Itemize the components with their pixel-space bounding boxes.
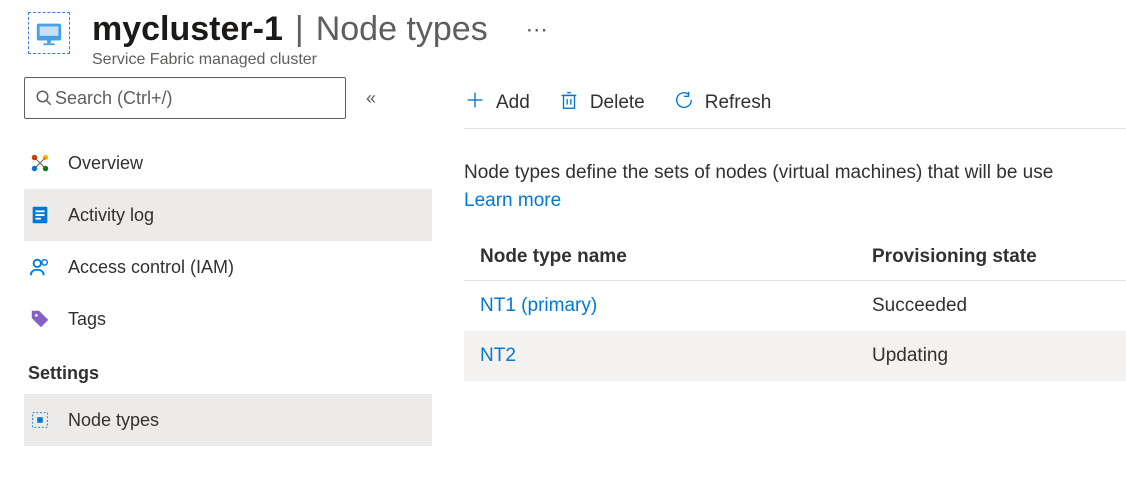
sidebar-item-label: Tags (68, 309, 106, 330)
sidebar-item-access-control[interactable]: Access control (IAM) (24, 241, 432, 293)
table-row[interactable]: NT1 (primary) Succeeded (464, 281, 1126, 331)
sidebar-item-label: Node types (68, 410, 159, 431)
refresh-icon (673, 89, 695, 117)
button-label: Delete (590, 92, 645, 114)
activity-log-icon (28, 203, 52, 227)
trash-icon (558, 89, 580, 117)
learn-more-link[interactable]: Learn more (464, 190, 561, 212)
tags-icon (28, 307, 52, 331)
access-control-icon (28, 255, 52, 279)
resource-type-icon (28, 12, 70, 54)
collapse-sidebar-button[interactable]: « (346, 88, 396, 109)
toolbar: Add Delete Refresh (464, 77, 1126, 129)
column-header-name[interactable]: Node type name (480, 246, 872, 268)
search-box[interactable] (24, 77, 346, 119)
provisioning-state: Updating (872, 345, 1126, 367)
sidebar-item-label: Activity log (68, 205, 154, 226)
sidebar-item-label: Access control (IAM) (68, 257, 234, 278)
resource-type-label: Service Fabric managed cluster (92, 51, 1126, 69)
add-button[interactable]: Add (464, 89, 530, 117)
more-actions-button[interactable]: ⋯ (526, 17, 549, 43)
column-header-state[interactable]: Provisioning state (872, 246, 1126, 268)
sidebar-item-activity-log[interactable]: Activity log (24, 189, 432, 241)
title-separator: | (295, 10, 304, 49)
provisioning-state: Succeeded (872, 295, 1126, 317)
sidebar-item-label: Overview (68, 153, 143, 174)
search-input[interactable] (53, 87, 335, 110)
resource-name: mycluster-1 (92, 10, 283, 49)
delete-button[interactable]: Delete (558, 89, 645, 117)
refresh-button[interactable]: Refresh (673, 89, 772, 117)
sidebar-item-overview[interactable]: Overview (24, 137, 432, 189)
plus-icon (464, 89, 486, 117)
main-content: Add Delete Refresh Node types define the… (432, 77, 1126, 381)
node-type-name-link[interactable]: NT2 (480, 345, 872, 367)
table-header: Node type name Provisioning state (464, 234, 1126, 281)
page-title: Node types (316, 10, 488, 49)
node-type-name-link[interactable]: NT1 (primary) (480, 295, 872, 317)
sidebar-item-tags[interactable]: Tags (24, 293, 432, 345)
overview-icon (28, 151, 52, 175)
search-icon (35, 89, 53, 107)
page-header: mycluster-1 | Node types ⋯ Service Fabri… (0, 0, 1126, 77)
node-types-table: Node type name Provisioning state NT1 (p… (464, 234, 1126, 381)
sidebar-item-node-types[interactable]: Node types (24, 394, 432, 446)
button-label: Add (496, 92, 530, 114)
sidebar-section-settings: Settings (24, 345, 432, 394)
node-types-icon (28, 408, 52, 432)
button-label: Refresh (705, 92, 772, 114)
sidebar: « Overview Activity log Access control (… (0, 77, 432, 446)
table-row[interactable]: NT2 Updating (464, 331, 1126, 381)
description-text: Node types define the sets of nodes (vir… (464, 159, 1126, 188)
